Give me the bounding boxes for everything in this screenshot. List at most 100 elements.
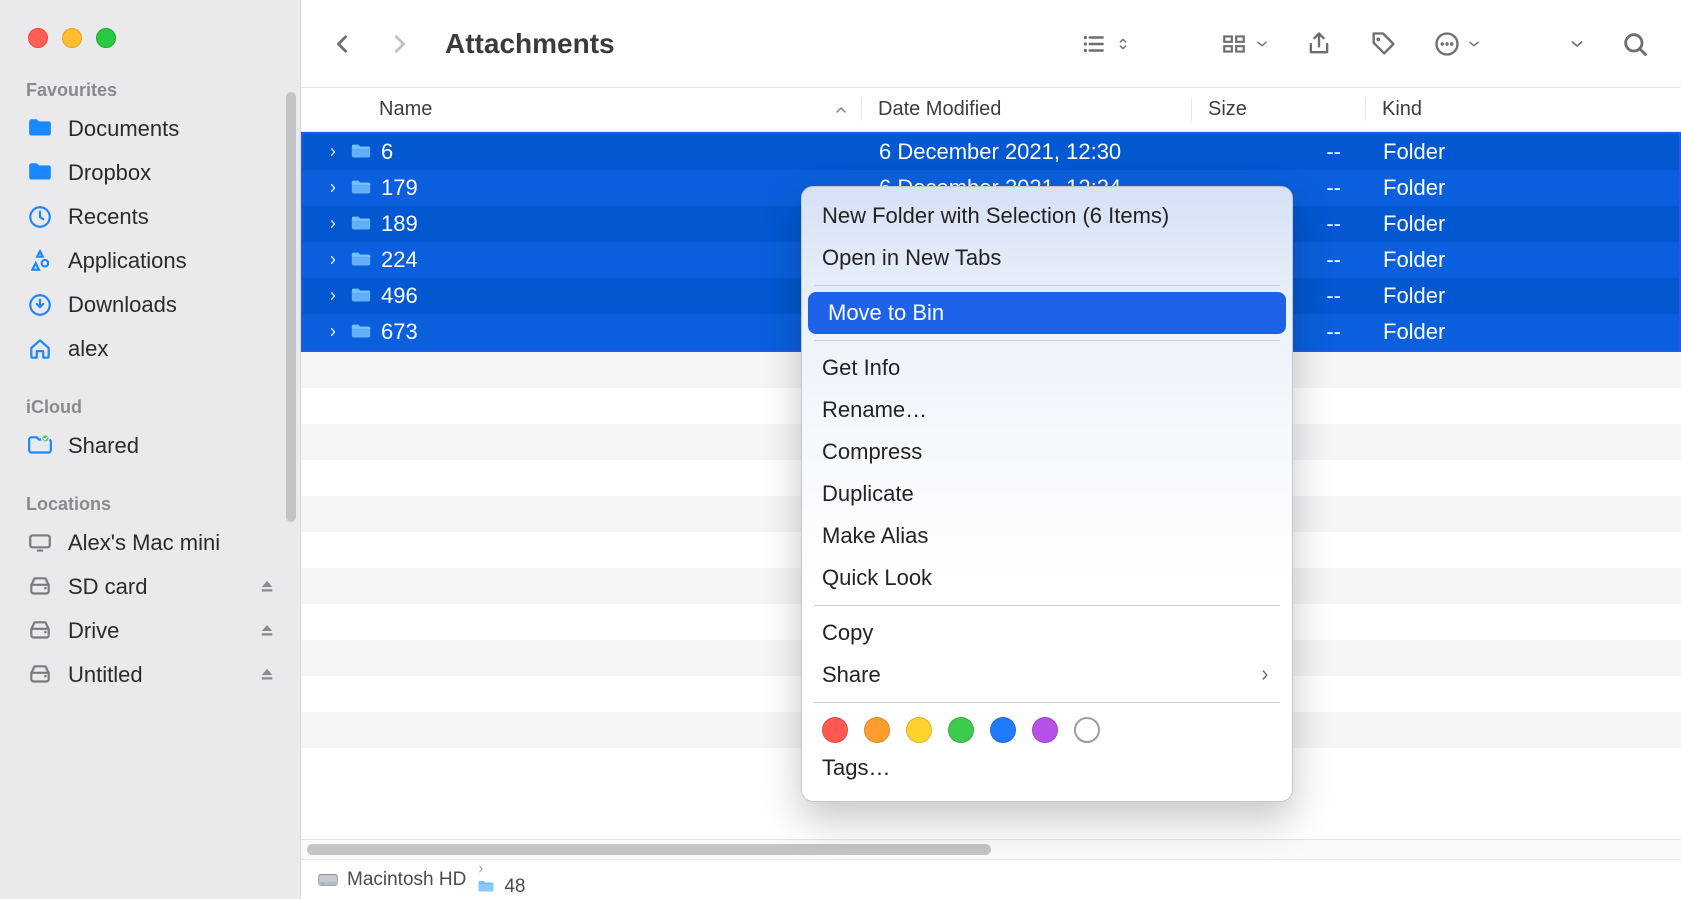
tag-color-dot[interactable] [1032, 717, 1058, 743]
menu-separator [814, 605, 1280, 606]
sidebar-item-drive[interactable]: Drive [0, 609, 300, 653]
window-controls [0, 0, 300, 72]
file-name: 6 [381, 139, 393, 165]
file-kind: Folder [1367, 247, 1679, 273]
disclosure-chevron-icon[interactable] [327, 325, 341, 339]
group-by-button[interactable] [1213, 25, 1275, 63]
column-name[interactable]: Name [301, 98, 861, 121]
menu-item-copy[interactable]: Copy [802, 612, 1292, 654]
file-kind: Folder [1367, 283, 1679, 309]
disclosure-chevron-icon[interactable] [327, 217, 341, 231]
scrollbar-thumb[interactable] [307, 844, 991, 855]
file-kind: Folder [1367, 175, 1679, 201]
tag-color-dot[interactable] [948, 717, 974, 743]
file-kind: Folder [1367, 211, 1679, 237]
horizontal-scrollbar[interactable] [301, 839, 1681, 859]
overflow-button[interactable] [1563, 28, 1591, 60]
view-mode-button[interactable] [1073, 25, 1137, 63]
sidebar-item-shared[interactable]: Shared [0, 424, 300, 468]
finder-window: Favourites Documents Dropbox Recents App… [0, 0, 1681, 899]
sidebar-item-home[interactable]: alex [0, 327, 300, 371]
path-crumb[interactable]: Macintosh HD [317, 869, 466, 891]
close-window-button[interactable] [28, 28, 48, 48]
tag-color-dot[interactable] [906, 717, 932, 743]
sidebar: Favourites Documents Dropbox Recents App… [0, 0, 300, 899]
eject-icon[interactable] [258, 578, 276, 596]
hd-icon [317, 869, 339, 891]
disk-icon [26, 662, 54, 688]
sidebar-item-recents[interactable]: Recents [0, 195, 300, 239]
applications-icon [26, 248, 54, 274]
folder-icon [26, 116, 54, 142]
menu-item-open-new-tabs[interactable]: Open in New Tabs [802, 237, 1292, 279]
menu-item-duplicate[interactable]: Duplicate [802, 473, 1292, 515]
path-bar: Macintosh HD [GAll48DataAttachments [301, 859, 1681, 899]
sidebar-section-locations: Locations [0, 486, 300, 521]
tags-button[interactable] [1363, 24, 1403, 64]
sidebar-item-applications[interactable]: Applications [0, 239, 300, 283]
menu-item-new-folder-with-selection[interactable]: New Folder with Selection (6 Items) [802, 195, 1292, 237]
disclosure-chevron-icon[interactable] [327, 145, 341, 159]
sidebar-item-mac[interactable]: Alex's Mac mini [0, 521, 300, 565]
table-row[interactable]: 66 December 2021, 12:30--Folder [303, 134, 1679, 170]
sidebar-item-label: Downloads [68, 292, 177, 318]
context-menu: New Folder with Selection (6 Items) Open… [801, 186, 1293, 802]
clock-icon [26, 204, 54, 230]
sidebar-item-label: Untitled [68, 662, 143, 688]
sidebar-scrollbar-thumb[interactable] [286, 92, 296, 522]
file-kind: Folder [1367, 139, 1679, 165]
menu-separator [814, 702, 1280, 703]
column-size[interactable]: Size [1191, 98, 1365, 121]
sort-asc-icon [833, 102, 849, 118]
file-name: 673 [381, 319, 418, 345]
folder-icon [349, 141, 373, 163]
tag-color-dot[interactable] [864, 717, 890, 743]
file-name: 496 [381, 283, 418, 309]
menu-item-make-alias[interactable]: Make Alias [802, 515, 1292, 557]
column-kind[interactable]: Kind [1365, 98, 1681, 121]
sidebar-item-label: alex [68, 336, 108, 362]
sidebar-item-sdcard[interactable]: SD card [0, 565, 300, 609]
eject-icon[interactable] [258, 666, 276, 684]
sidebar-item-label: Documents [68, 116, 179, 142]
tag-color-dot[interactable] [822, 717, 848, 743]
disclosure-chevron-icon[interactable] [327, 181, 341, 195]
path-crumb[interactable]: 48 [476, 876, 610, 898]
folder-icon [349, 177, 373, 199]
disclosure-chevron-icon[interactable] [327, 289, 341, 303]
toolbar: Attachments [301, 0, 1681, 88]
tag-color-dot[interactable] [990, 717, 1016, 743]
disclosure-chevron-icon[interactable] [327, 253, 341, 267]
nav-forward-button[interactable] [383, 22, 415, 66]
file-name: 179 [381, 175, 418, 201]
folder-icon [476, 859, 496, 860]
search-button[interactable] [1615, 24, 1655, 64]
download-icon [26, 292, 54, 318]
menu-separator [814, 340, 1280, 341]
folder-icon [26, 160, 54, 186]
menu-tag-colors [802, 709, 1292, 747]
sidebar-item-downloads[interactable]: Downloads [0, 283, 300, 327]
disk-icon [26, 574, 54, 600]
menu-item-quick-look[interactable]: Quick Look [802, 557, 1292, 599]
menu-item-rename[interactable]: Rename… [802, 389, 1292, 431]
menu-item-move-to-bin[interactable]: Move to Bin [808, 292, 1286, 334]
menu-item-tags[interactable]: Tags… [802, 747, 1292, 789]
actions-button[interactable] [1427, 24, 1487, 64]
nav-back-button[interactable] [327, 22, 359, 66]
eject-icon[interactable] [258, 622, 276, 640]
folder-icon [349, 321, 373, 343]
menu-item-share[interactable]: Share [802, 654, 1292, 696]
minimize-window-button[interactable] [62, 28, 82, 48]
column-date[interactable]: Date Modified [861, 98, 1191, 121]
column-headers: Name Date Modified Size Kind [301, 88, 1681, 132]
zoom-window-button[interactable] [96, 28, 116, 48]
menu-item-get-info[interactable]: Get Info [802, 347, 1292, 389]
menu-item-compress[interactable]: Compress [802, 431, 1292, 473]
tag-clear-dot[interactable] [1074, 717, 1100, 743]
sidebar-item-dropbox[interactable]: Dropbox [0, 151, 300, 195]
sidebar-item-untitled[interactable]: Untitled [0, 653, 300, 697]
share-button[interactable] [1299, 24, 1339, 64]
file-kind: Folder [1367, 319, 1679, 345]
sidebar-item-documents[interactable]: Documents [0, 107, 300, 151]
